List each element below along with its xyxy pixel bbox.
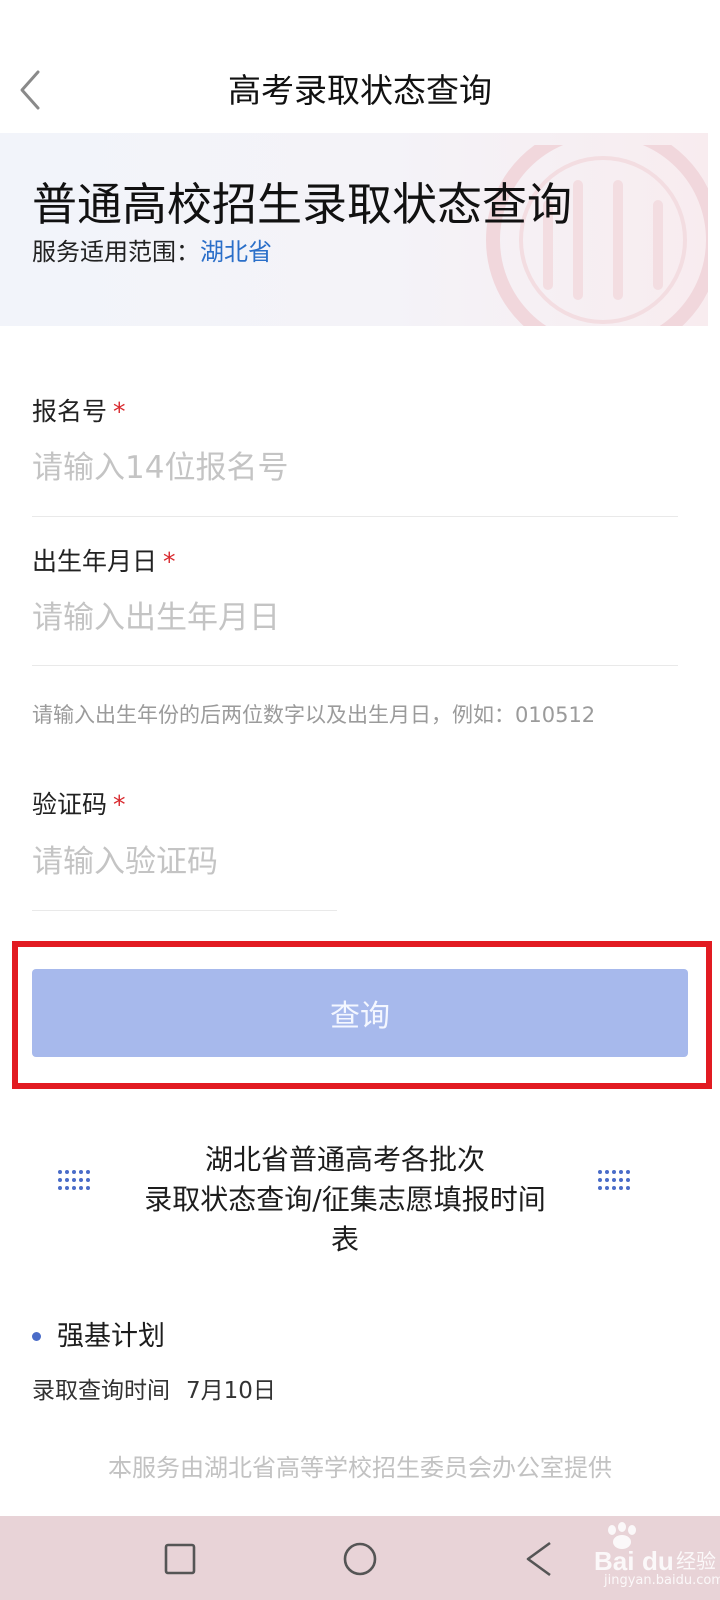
service-scope-value: 湖北省 <box>200 238 272 266</box>
schedule-title: 湖北省普通高考各批次 录取状态查询/征集志愿填报时间 表 <box>100 1140 590 1260</box>
birth-date-input[interactable] <box>32 593 678 643</box>
bullet-dot <box>32 1332 41 1341</box>
service-banner: 普通高校招生录取状态查询 服务适用范围：湖北省 <box>0 133 708 326</box>
service-scope-label: 服务适用范围： <box>32 238 200 266</box>
registration-number-label-text: 报名号 <box>32 397 108 426</box>
required-mark: * <box>113 790 126 819</box>
schedule-title-line: 录取状态查询/征集志愿填报时间 <box>144 1183 546 1216</box>
captcha-label-text: 验证码 <box>32 790 108 819</box>
watermark-url: jingyan.baidu.com <box>604 1573 720 1588</box>
query-button[interactable]: 查询 <box>32 969 688 1057</box>
recent-apps-button[interactable] <box>152 1531 208 1587</box>
schedule-item-name: 强基计划 <box>57 1321 165 1352</box>
captcha-label: 验证码 * <box>32 788 126 822</box>
divider <box>32 910 337 911</box>
home-button[interactable] <box>332 1531 388 1587</box>
provider-footer: 本服务由湖北省高等学校招生委员会办公室提供 <box>108 1454 612 1482</box>
schedule-title-line: 湖北省普通高考各批次 <box>204 1143 485 1176</box>
birth-date-hint: 请输入出生年份的后两位数字以及出生月日，例如：010512 <box>32 703 596 727</box>
required-mark: * <box>113 397 126 426</box>
dot-grid-icon <box>598 1170 630 1190</box>
emblem-watermark <box>486 145 708 326</box>
banner-title: 普通高校招生录取状态查询 <box>32 178 573 231</box>
page-title: 高考录取状态查询 <box>228 71 492 110</box>
captcha-input[interactable] <box>32 837 678 887</box>
divider <box>32 516 678 517</box>
svg-text:经验: 经验 <box>676 1549 716 1573</box>
birth-date-label-text: 出生年月日 <box>32 547 158 576</box>
birth-date-label: 出生年月日 * <box>32 545 176 579</box>
registration-number-label: 报名号 * <box>32 395 126 429</box>
service-scope: 服务适用范围：湖北省 <box>32 235 272 269</box>
schedule-time-value: 7月10日 <box>186 1378 276 1404</box>
registration-number-input[interactable] <box>32 443 678 493</box>
dot-grid-icon <box>58 1170 90 1190</box>
divider <box>32 665 678 666</box>
schedule-time-label: 录取查询时间 <box>32 1378 170 1404</box>
schedule-title-line: 表 <box>330 1223 359 1256</box>
schedule-item-time: 录取查询时间 7月10日 <box>32 1374 276 1408</box>
top-nav-bar: 高考录取状态查询 <box>0 0 720 133</box>
system-back-button[interactable] <box>512 1531 568 1587</box>
required-mark: * <box>163 547 176 576</box>
